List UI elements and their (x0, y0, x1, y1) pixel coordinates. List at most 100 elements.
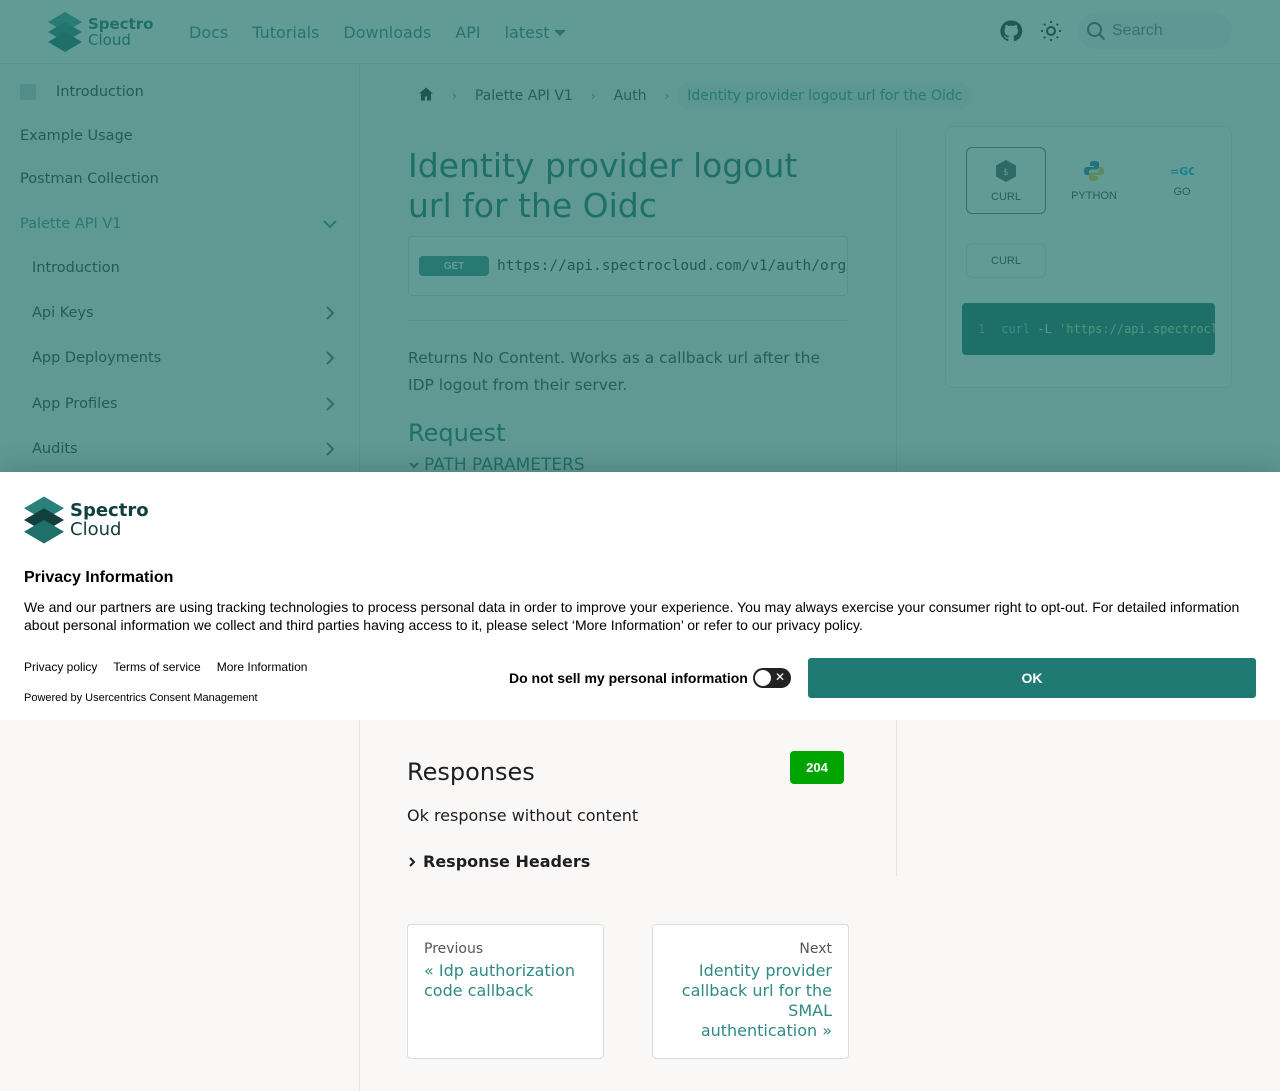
sidebar-border (359, 720, 360, 1091)
tab-label: GO (1173, 185, 1191, 198)
chevron-down-icon (409, 462, 419, 469)
consent-body: We and our partners are using tracking t… (24, 599, 1240, 633)
close-icon: ✕ (774, 670, 785, 684)
home-icon (419, 87, 433, 101)
main-content: Identity provider logout url for the Oid… (408, 126, 848, 475)
go-icon: =GO (1170, 165, 1194, 178)
sidebar-item-label: Introduction (56, 84, 144, 100)
tab-variant-curl[interactable]: CURL (966, 243, 1046, 278)
version-dropdown[interactable]: latest (505, 23, 566, 42)
brand-logo[interactable]: Spectro Cloud (48, 12, 153, 52)
privacy-policy-link[interactable]: Privacy policy (24, 660, 97, 674)
tab-go[interactable]: =GO GO (1142, 147, 1222, 214)
search-input[interactable] (1112, 22, 1222, 40)
sidebar-item-label: Audits (32, 441, 78, 457)
ok-button[interactable]: OK (808, 658, 1256, 698)
pager-sub-label: Next (799, 941, 832, 957)
pager-title: « Idp authorization code callback (424, 961, 576, 1000)
sidebar-item-label: Introduction (32, 260, 120, 276)
breadcrumb-home[interactable] (408, 81, 444, 111)
pagination-next[interactable]: Next Identity provider callback url for … (652, 924, 849, 1059)
page-title: Identity provider logout url for the Oid… (408, 146, 798, 225)
terms-of-service-link[interactable]: Terms of service (113, 660, 200, 674)
consent-logo: Spectro Cloud (24, 496, 149, 544)
code-samples-panel: $ CURL PYTHON =GO GO CURL 1 curl -L 'htt… (945, 126, 1232, 388)
column-divider (896, 720, 897, 876)
endpoint-url: https://api.spectrocloud.com/v1/auth/org… (497, 258, 847, 274)
sidebar-item-label: Example Usage (20, 128, 133, 144)
sidebar-item-audits[interactable]: Audits (32, 429, 340, 469)
powered-by: Powered by Usercentrics Consent Manageme… (24, 692, 258, 704)
breadcrumb: › Palette API V1 › Auth › Identity provi… (408, 80, 973, 112)
search-icon (1087, 22, 1106, 41)
consent-links: Privacy policy Terms of service More Inf… (24, 660, 307, 674)
chevron-right-icon: › (590, 89, 596, 103)
chevron-right-icon (409, 856, 416, 867)
language-tabs: $ CURL PYTHON =GO GO (966, 147, 1222, 214)
chevron-right-icon (326, 442, 335, 456)
method-badge: GET (419, 256, 489, 276)
sidebar-item-label: Postman Collection (20, 171, 159, 187)
theme-toggle-sun-icon[interactable] (1038, 18, 1064, 44)
chevron-right-icon: › (664, 89, 670, 103)
svg-text:$: $ (1003, 168, 1008, 178)
consent-title: Privacy Information (24, 569, 174, 586)
request-heading: Request (408, 419, 506, 447)
chevron-right-icon (326, 351, 335, 365)
sidebar-item-label: App Deployments (32, 350, 162, 366)
more-information-link[interactable]: More Information (217, 660, 308, 674)
tab-python[interactable]: PYTHON (1054, 147, 1134, 214)
nav-docs[interactable]: Docs (189, 23, 228, 42)
spectro-logo-icon (24, 496, 64, 544)
tab-label: CURL (991, 190, 1021, 203)
do-not-sell-label: Do not sell my personal information (509, 670, 748, 686)
sidebar-item-app-deployments[interactable]: App Deployments (32, 338, 340, 378)
responses-heading: Responses (407, 758, 535, 786)
responses-section: Responses 204 Ok response without conten… (0, 720, 1280, 1091)
brand-wordmark: Spectro Cloud (70, 500, 149, 540)
status-code-tab[interactable]: 204 (790, 751, 844, 784)
breadcrumb-item[interactable]: Palette API V1 (465, 83, 583, 109)
search-box[interactable] (1078, 13, 1232, 49)
do-not-sell-toggle[interactable]: ✕ (753, 668, 791, 688)
nav-api[interactable]: API (455, 23, 480, 42)
chevron-right-icon: › (452, 89, 457, 103)
sidebar-item-introduction-sub[interactable]: Introduction (32, 248, 340, 288)
python-icon (1084, 160, 1104, 181)
breadcrumb-current: Identity provider logout url for the Oid… (677, 83, 973, 109)
version-label: latest (504, 22, 550, 42)
sidebar-item-app-profiles[interactable]: App Profiles (32, 384, 340, 424)
response-headers-label: Response Headers (423, 852, 591, 871)
chevron-right-icon (326, 306, 335, 320)
chevron-down-icon (553, 30, 566, 36)
github-icon[interactable] (998, 18, 1024, 44)
sidebar-item-introduction[interactable]: Introduction (20, 72, 340, 112)
nav-actions (998, 13, 1232, 49)
sidebar-item-palette-api-v1[interactable]: Palette API V1 (20, 204, 340, 244)
sidebar-item-label: Palette API V1 (20, 216, 122, 232)
sidebar-item-example-usage[interactable]: Example Usage (20, 116, 340, 156)
breadcrumb-item[interactable]: Auth (604, 83, 657, 109)
endpoint-box: GET https://api.spectrocloud.com/v1/auth… (408, 236, 848, 296)
pagination-previous[interactable]: Previous « Idp authorization code callba… (407, 924, 604, 1059)
tab-curl[interactable]: $ CURL (966, 147, 1046, 214)
brand-wordmark: Spectro Cloud (88, 15, 154, 49)
sidebar-item-api-keys[interactable]: Api Keys (32, 293, 340, 333)
nav-tutorials[interactable]: Tutorials (252, 23, 319, 42)
nav-downloads[interactable]: Downloads (343, 23, 431, 42)
spectro-logo-icon (48, 12, 82, 52)
line-number: 1 (978, 322, 986, 336)
code-sample[interactable]: 1 curl -L 'https://api.spectrocloud.com/… (962, 303, 1215, 355)
bash-icon: $ (996, 159, 1016, 182)
svg-text:=GO: =GO (1170, 165, 1194, 178)
code-url: 'https://api.spectrocloud.com/v1/auth/or… (1059, 322, 1215, 336)
sidebar-item-postman-collection[interactable]: Postman Collection (20, 159, 340, 199)
sidebar-item-label: Api Keys (32, 305, 94, 321)
code-command: curl (1001, 322, 1031, 336)
consent-banner: Spectro Cloud Privacy Information We and … (0, 472, 1280, 720)
sidebar-item-label: App Profiles (32, 396, 118, 412)
response-headers-toggle[interactable]: Response Headers (407, 852, 590, 871)
top-navbar: Spectro Cloud Docs Tutorials Downloads AP… (0, 0, 1280, 64)
chevron-right-icon (326, 397, 335, 411)
toggle-knob (755, 670, 771, 686)
